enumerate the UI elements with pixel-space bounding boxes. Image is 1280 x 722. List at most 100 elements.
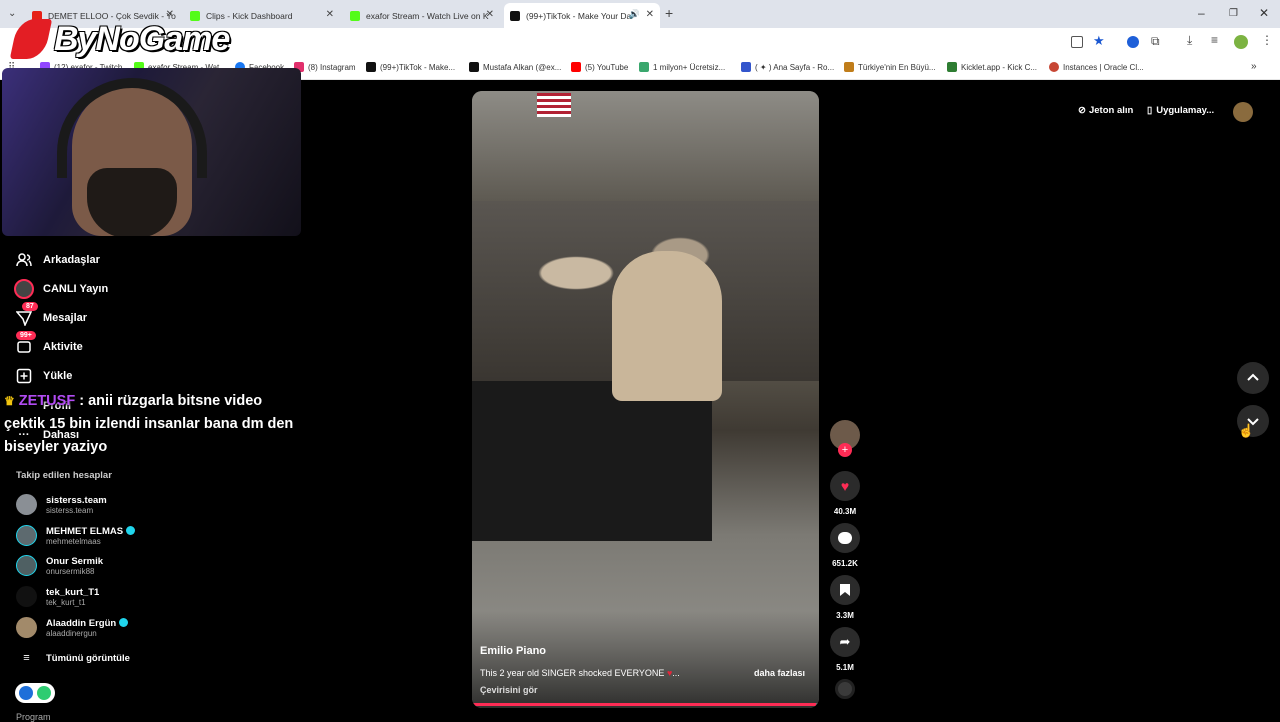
bookmark-roblox[interactable]: ( ✦ ) Ana Sayfa - Ro... bbox=[741, 62, 834, 72]
see-more-link[interactable]: daha fazlası bbox=[754, 668, 805, 678]
follow-plus-icon[interactable]: + bbox=[838, 443, 852, 457]
star-icon[interactable]: ★ bbox=[1093, 33, 1105, 49]
music-disc-icon[interactable] bbox=[835, 679, 855, 699]
menu-icon[interactable]: ⋮ bbox=[1261, 33, 1273, 47]
avatar bbox=[16, 617, 37, 638]
activity-badge: 99+ bbox=[16, 331, 36, 340]
video-author[interactable]: Emilio Piano bbox=[480, 645, 546, 657]
extension-icon[interactable] bbox=[1127, 36, 1139, 48]
webcam-overlay bbox=[2, 68, 301, 236]
see-all-following[interactable]: ≡ Tümünü görüntüle bbox=[16, 652, 130, 664]
restore-icon[interactable]: ❐ bbox=[1229, 8, 1238, 19]
nav-label: Aktivite bbox=[43, 341, 83, 353]
nav-live[interactable]: CANLI Yayın bbox=[14, 279, 108, 299]
account-name: Onur Sermik bbox=[46, 555, 104, 567]
roblox-icon bbox=[741, 62, 751, 72]
tiktok-icon bbox=[510, 10, 520, 21]
get-coins-button[interactable]: ⊘ Jeton alın bbox=[1078, 105, 1133, 116]
bookmark-freepik[interactable]: 1 milyon+ Ücretsiz... bbox=[639, 62, 725, 72]
live-toggle[interactable] bbox=[15, 683, 55, 703]
avatar bbox=[16, 555, 37, 576]
media-icon[interactable]: ≡ bbox=[1211, 33, 1218, 47]
friends-icon bbox=[14, 250, 34, 270]
close-icon[interactable]: ✕ bbox=[326, 9, 334, 20]
bookmark-tiktok[interactable]: (99+)TikTok - Make... bbox=[366, 62, 455, 72]
like-count: 40.3M bbox=[833, 507, 857, 516]
account-handle: onursermik88 bbox=[46, 566, 95, 576]
avatar bbox=[16, 494, 37, 515]
user-avatar[interactable] bbox=[1233, 102, 1253, 122]
bookmark-turkiye[interactable]: Türkiye'nin En Büyü... bbox=[844, 62, 936, 72]
bank-icon bbox=[844, 62, 854, 72]
bookmark-kicklet[interactable]: Kicklet.app - Kick C... bbox=[947, 62, 1037, 72]
bynogame-logo: ByNoGame bbox=[9, 18, 230, 60]
comment-button[interactable]: 651.2K bbox=[830, 523, 860, 568]
account-name: tek_kurt_T1 bbox=[46, 586, 100, 598]
share-button[interactable]: ➦ 5.1M bbox=[830, 627, 860, 672]
window-close-icon[interactable]: ✕ bbox=[1259, 6, 1269, 20]
headphones bbox=[57, 78, 207, 178]
video-player[interactable]: Emilio Piano This 2 year old SINGER shoc… bbox=[472, 91, 819, 708]
bookmark-youtube[interactable]: (5) YouTube bbox=[571, 62, 628, 72]
bookmark-oracle[interactable]: Instances | Oracle Cl... bbox=[1049, 62, 1144, 72]
pianist bbox=[612, 251, 722, 401]
puzzle-icon[interactable]: ⧉ bbox=[1151, 34, 1160, 49]
close-icon[interactable]: ✕ bbox=[486, 9, 494, 20]
comment-icon bbox=[830, 523, 860, 553]
creator-avatar-button[interactable]: + bbox=[830, 420, 860, 457]
youtube-icon bbox=[571, 62, 581, 72]
heart-icon: ♥ bbox=[830, 471, 860, 501]
nav-messages[interactable]: Mesajlar 87 bbox=[14, 302, 87, 328]
following-account[interactable]: Alaaddin Ergün alaaddinergun bbox=[16, 617, 129, 638]
kick-icon bbox=[350, 10, 360, 21]
see-all-label: Tümünü görüntüle bbox=[46, 652, 130, 664]
upload-icon bbox=[14, 366, 34, 386]
profile-avatar-icon[interactable] bbox=[1234, 35, 1248, 49]
avatar bbox=[16, 525, 37, 546]
video-progress-fill bbox=[472, 703, 816, 706]
following-account[interactable]: Onur Sermik onursermik88 bbox=[16, 555, 103, 576]
x-icon bbox=[469, 62, 479, 72]
bookmark-x[interactable]: Mustafa Alkan (@ex... bbox=[469, 62, 561, 72]
like-button[interactable]: ♥ 40.3M bbox=[830, 471, 860, 516]
bookmark-label: (99+)TikTok - Make... bbox=[380, 62, 456, 72]
translate-icon[interactable] bbox=[1071, 36, 1083, 48]
get-app-button[interactable]: ▯ Uygulamay... bbox=[1147, 105, 1214, 116]
verified-icon bbox=[119, 617, 129, 627]
download-icon[interactable]: ⤓ bbox=[1187, 33, 1192, 48]
bookmark-label: Türkiye'nin En Büyü... bbox=[858, 62, 936, 72]
bookmark-instagram[interactable]: (8) Instagram bbox=[294, 62, 356, 72]
browser-tab-tiktok[interactable]: (99+)TikTok - Make Your Da 🔊 ✕ bbox=[504, 3, 660, 28]
crown-icon: ♛ bbox=[4, 394, 15, 408]
account-handle: tek_kurt_t1 bbox=[46, 597, 86, 607]
previous-video-button[interactable] bbox=[1237, 362, 1269, 394]
share-icon: ➦ bbox=[830, 627, 860, 657]
new-tab-icon[interactable]: + bbox=[665, 5, 673, 21]
video-progress-track[interactable] bbox=[472, 703, 819, 706]
phone-icon: ▯ bbox=[1147, 105, 1153, 116]
speaker-icon[interactable]: 🔊 bbox=[629, 9, 640, 20]
logo-text: ByNoGame bbox=[54, 19, 230, 58]
tab-title: exafor Stream - Watch Live on K bbox=[366, 10, 489, 21]
nav-friends[interactable]: Arkadaşlar bbox=[14, 250, 100, 270]
messages-badge: 87 bbox=[22, 302, 38, 311]
app-label: Uygulamay... bbox=[1156, 105, 1215, 116]
save-button[interactable]: 3.3M bbox=[830, 575, 860, 620]
play-icon bbox=[19, 686, 33, 700]
kicklet-icon bbox=[947, 62, 957, 72]
following-account[interactable]: tek_kurt_T1 tek_kurt_t1 bbox=[16, 586, 99, 607]
following-account[interactable]: MEHMET ELMAS mehmetelmaas bbox=[16, 525, 136, 546]
bookmark-label: Mustafa Alkan (@ex... bbox=[483, 62, 562, 72]
freepik-icon bbox=[639, 62, 649, 72]
close-icon[interactable]: ✕ bbox=[646, 9, 654, 20]
nav-activity[interactable]: Aktivite 99+ bbox=[14, 331, 83, 357]
minimize-icon[interactable]: – bbox=[1198, 6, 1205, 20]
program-link[interactable]: Program bbox=[16, 712, 51, 722]
more-bookmarks-icon[interactable]: » bbox=[1251, 61, 1257, 72]
following-account[interactable]: sisterss.team sisterss.team bbox=[16, 494, 107, 515]
translate-link[interactable]: Çevirisini gör bbox=[480, 685, 538, 695]
browser-tab-kick-stream[interactable]: exafor Stream - Watch Live on K ✕ bbox=[344, 3, 500, 28]
bookmark-label: Instances | Oracle Cl... bbox=[1063, 62, 1144, 72]
nav-upload[interactable]: Yükle bbox=[14, 366, 72, 386]
messages-icon bbox=[14, 308, 34, 328]
